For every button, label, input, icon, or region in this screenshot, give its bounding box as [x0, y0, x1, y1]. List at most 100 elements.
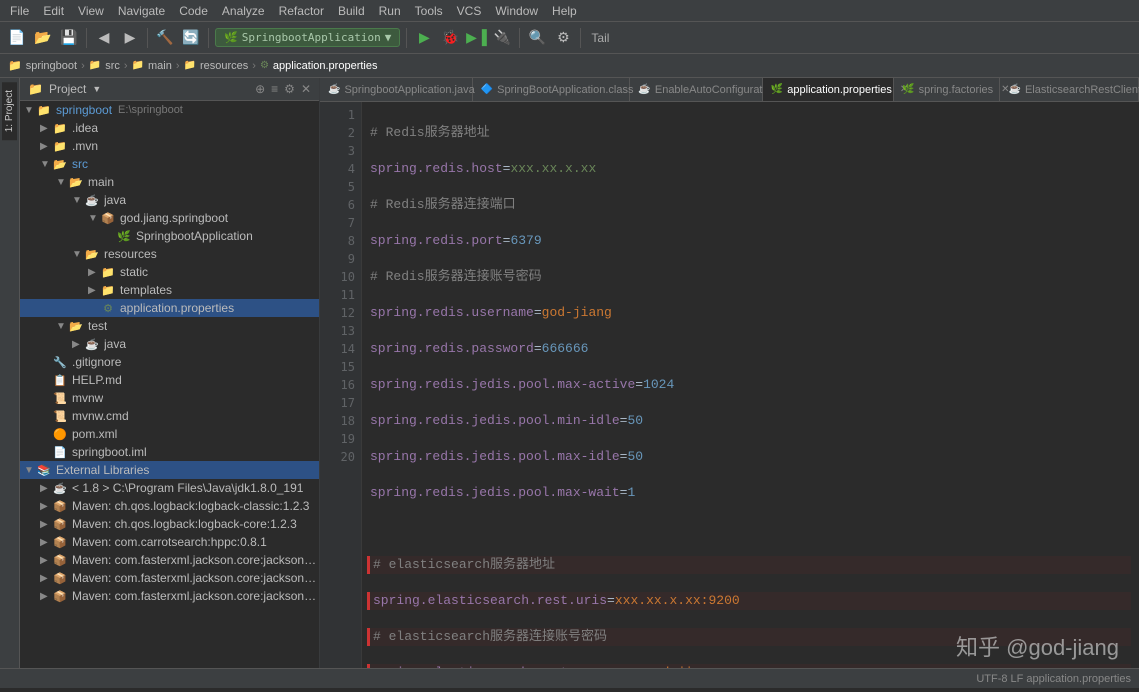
run-config-selector[interactable]: 🌿 SpringbootApplication ▼ [215, 28, 400, 47]
close-sidebar-icon[interactable]: ✕ [301, 82, 311, 96]
menu-view[interactable]: View [72, 2, 110, 20]
tree-jackson-core[interactable]: ▶ 📦 Maven: com.fasterxml.jackson.core:ja… [20, 569, 319, 587]
tree-src[interactable]: ▼ 📂 src [20, 155, 319, 173]
ext-libs-label: External Libraries [56, 463, 149, 477]
tree-test[interactable]: ▼ 📂 test [20, 317, 319, 335]
tree-logback-classic[interactable]: ▶ 📦 Maven: ch.qos.logback:logback-classi… [20, 497, 319, 515]
root-folder-icon: 📁 [36, 102, 52, 118]
menu-edit[interactable]: Edit [37, 2, 70, 20]
menu-build[interactable]: Build [332, 2, 371, 20]
separator-5 [519, 28, 520, 48]
logback-core-icon: 📦 [52, 516, 68, 532]
breadcrumb-resources[interactable]: resources [200, 60, 248, 72]
jackson-databind-icon: 📦 [52, 588, 68, 604]
tree-mvnw[interactable]: ▶ 📜 mvnw [20, 389, 319, 407]
jdk-label: < 1.8 > C:\Program Files\Java\jdk1.8.0_1… [72, 481, 303, 495]
forward-btn[interactable]: ▶ [119, 27, 141, 49]
run-with-coverage-btn[interactable]: ▶▐ [465, 27, 487, 49]
attach-btn[interactable]: 🔌 [491, 27, 513, 49]
vtab-project[interactable]: 1: Project [2, 82, 17, 140]
menu-code[interactable]: Code [173, 2, 214, 20]
tree-hppc[interactable]: ▶ 📦 Maven: com.carrotsearch:hppc:0.8.1 [20, 533, 319, 551]
java-label: java [104, 193, 126, 207]
tree-root[interactable]: ▼ 📁 springboot E:\springboot [20, 101, 319, 119]
test-java-icon: ☕ [84, 336, 100, 352]
menu-refactor[interactable]: Refactor [273, 2, 330, 20]
src-arrow: ▼ [40, 159, 52, 170]
tab-elasticsearch-rest[interactable]: ☕ ElasticsearchRestClientAu [1000, 78, 1139, 101]
main-area: 1: Project 📁 Project ▼ ⊕ ≡ ⚙ ✕ ▼ 📁 sprin… [0, 78, 1139, 668]
tab-spring-factories[interactable]: 🌿 spring.factories ✕ [894, 78, 1000, 101]
build-project-btn[interactable]: 🔨 [154, 27, 176, 49]
tab-enable-auto[interactable]: ☕ EnableAutoConfiguration [630, 78, 762, 101]
menu-help[interactable]: Help [546, 2, 583, 20]
settings-btn[interactable]: ⚙ [552, 27, 574, 49]
menubar: File Edit View Navigate Code Analyze Ref… [0, 0, 1139, 22]
settings-icon[interactable]: ⚙ [284, 82, 295, 96]
tree-mvn[interactable]: ▶ 📁 .mvn [20, 137, 319, 155]
iml-icon: 📄 [52, 444, 68, 460]
tree-idea[interactable]: ▶ 📁 .idea [20, 119, 319, 137]
logback-classic-icon: 📦 [52, 498, 68, 514]
save-all-btn[interactable]: 💾 [58, 27, 80, 49]
tree-app-props[interactable]: ▶ ⚙ application.properties [20, 299, 319, 317]
menu-analyze[interactable]: Analyze [216, 2, 271, 20]
tab-springboot-class[interactable]: 🔷 SpringBootApplication.class ✕ [473, 78, 631, 101]
menu-window[interactable]: Window [489, 2, 544, 20]
debug-btn[interactable]: 🐞 [439, 27, 461, 49]
search-everywhere-btn[interactable]: 🔍 [526, 27, 548, 49]
tree-main[interactable]: ▼ 📂 main [20, 173, 319, 191]
static-label: static [120, 265, 148, 279]
menu-vcs[interactable]: VCS [451, 2, 488, 20]
tree-java[interactable]: ▼ ☕ java [20, 191, 319, 209]
code-text[interactable]: # Redis服务器地址 spring.redis.host=xxx.xx.x.… [362, 102, 1139, 668]
sidebar-dropdown-icon[interactable]: ▼ [92, 84, 101, 94]
collapse-icon[interactable]: ≡ [271, 82, 278, 96]
project-folder-icon: 📁 [28, 82, 43, 96]
tree-test-java[interactable]: ▶ ☕ java [20, 335, 319, 353]
breadcrumb-main[interactable]: main [148, 60, 172, 72]
tree-iml[interactable]: ▶ 📄 springboot.iml [20, 443, 319, 461]
tree-templates[interactable]: ▶ 📁 templates [20, 281, 319, 299]
tree-pomxml[interactable]: ▶ 🟠 pom.xml [20, 425, 319, 443]
tree-jackson-annotations[interactable]: ▶ 📦 Maven: com.fasterxml.jackson.core:ja… [20, 551, 319, 569]
run-btn[interactable]: ▶ [413, 27, 435, 49]
tree-logback-core[interactable]: ▶ 📦 Maven: ch.qos.logback:logback-core:1… [20, 515, 319, 533]
menu-file[interactable]: File [4, 2, 35, 20]
tab-springboot-java[interactable]: ☕ SpringbootApplication.java ✕ [320, 78, 473, 101]
main-arrow: ▼ [56, 177, 68, 188]
breadcrumb-main-icon: 📁 [132, 60, 144, 71]
jackson-core-label: Maven: com.fasterxml.jackson.core:jackso… [72, 571, 319, 585]
breadcrumb-springboot[interactable]: springboot [26, 60, 77, 72]
breadcrumb-app-props[interactable]: application.properties [273, 60, 378, 72]
tree-jackson-databind[interactable]: ▶ 📦 Maven: com.fasterxml.jackson.core:ja… [20, 587, 319, 605]
tree-helpmd[interactable]: ▶ 📋 HELP.md [20, 371, 319, 389]
static-folder-icon: 📁 [100, 264, 116, 280]
breadcrumb-src[interactable]: src [105, 60, 120, 72]
code-editor[interactable]: 1 2 3 4 5 6 7 8 9 10 11 12 13 14 15 16 1… [320, 102, 1139, 668]
springboot-icon-small: 🌿 [224, 31, 238, 44]
mvn-arrow: ▶ [40, 141, 52, 152]
tree-jdk[interactable]: ▶ ☕ < 1.8 > C:\Program Files\Java\jdk1.8… [20, 479, 319, 497]
tree-static[interactable]: ▶ 📁 static [20, 263, 319, 281]
tree-springboot-app[interactable]: ▶ 🌿 SpringbootApplication [20, 227, 319, 245]
mvnw-icon: 📜 [52, 390, 68, 406]
open-btn[interactable]: 📂 [32, 27, 54, 49]
back-btn[interactable]: ◀ [93, 27, 115, 49]
sync-btn[interactable]: 🔄 [180, 27, 202, 49]
tree-resources[interactable]: ▼ 📂 resources [20, 245, 319, 263]
statusbar: UTF-8 LF application.properties [0, 668, 1139, 688]
tree-package[interactable]: ▼ 📦 god.jiang.springboot [20, 209, 319, 227]
springboot-app-label: SpringbootApplication [136, 229, 253, 243]
tab-elasticsearch-rest-label: ElasticsearchRestClientAu [1025, 84, 1139, 96]
tree-ext-libs[interactable]: ▼ 📚 External Libraries [20, 461, 319, 479]
tab-app-props[interactable]: 🌿 application.properties ✕ [763, 78, 894, 101]
new-file-btn[interactable]: 📄 [6, 27, 28, 49]
locate-icon[interactable]: ⊕ [255, 82, 265, 96]
tree-gitignore[interactable]: ▶ 🔧 .gitignore [20, 353, 319, 371]
menu-tools[interactable]: Tools [409, 2, 449, 20]
menu-navigate[interactable]: Navigate [112, 2, 171, 20]
tree-mvnwcmd[interactable]: ▶ 📜 mvnw.cmd [20, 407, 319, 425]
pkg-label: god.jiang.springboot [120, 211, 228, 225]
menu-run[interactable]: Run [373, 2, 407, 20]
